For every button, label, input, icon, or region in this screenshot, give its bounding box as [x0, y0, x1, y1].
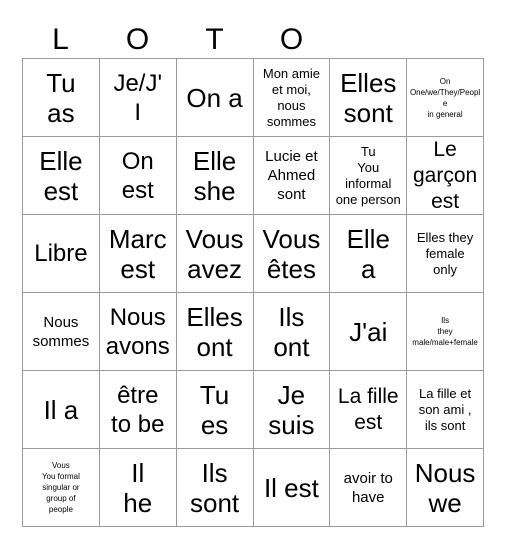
bingo-cell-text: Vous êtes	[262, 223, 321, 284]
bingo-card-page: L O T O Tu as Je/J' I On a Mon amie et moi,…	[0, 0, 506, 544]
bingo-cell-r6c6[interactable]: Nous we	[407, 449, 484, 527]
bingo-cell-r1c6[interactable]: On One/we/They/People in general	[407, 59, 484, 137]
bingo-cell-r3c4[interactable]: Vous êtes	[253, 215, 331, 293]
bingo-cell-text: Je/J' I	[113, 69, 163, 126]
bingo-cell-r4c5[interactable]: J'ai	[330, 293, 408, 371]
bingo-cell-r3c2[interactable]: Marc est	[99, 215, 177, 293]
bingo-cell-r1c5[interactable]: Elles sont	[330, 59, 408, 137]
bingo-cell-text: Tu as	[46, 67, 76, 128]
bingo-cell-r3c5[interactable]: Elle a	[330, 215, 408, 293]
bingo-cell-r2c6[interactable]: Le garçon est	[407, 137, 484, 215]
bingo-cell-text: Tu You informal one person	[335, 143, 401, 207]
bingo-cell-text: Elles they female only	[416, 229, 474, 277]
bingo-cell-text: Je suis	[268, 379, 315, 440]
bingo-header-letters: L O T O	[22, 22, 484, 58]
bingo-cell-r2c1[interactable]: Elle est	[23, 137, 100, 215]
bingo-cell-text: Tu es	[199, 379, 230, 440]
bingo-cell-text: Nous avons	[105, 303, 170, 360]
bingo-cell-r1c2[interactable]: Je/J' I	[99, 59, 177, 137]
bingo-cell-text: Il a	[43, 394, 79, 425]
bingo-cell-text: Elle a	[346, 223, 390, 284]
bingo-cell-text: On est	[121, 147, 154, 204]
bingo-cell-text: Nous we	[414, 457, 476, 518]
bingo-cell-r4c4[interactable]: Ils ont	[253, 293, 331, 371]
bingo-cell-text: Ils they male/male+female	[412, 316, 478, 347]
bingo-cell-r3c3[interactable]: Vous avez	[176, 215, 254, 293]
bingo-cell-r3c1[interactable]: Libre	[23, 215, 100, 293]
bingo-cell-text: Libre	[34, 240, 88, 267]
bingo-cell-r4c3[interactable]: Elles ont	[176, 293, 254, 371]
header-letter-2: O	[125, 23, 150, 56]
header-letter-3: T	[205, 23, 224, 56]
bingo-cell-r4c2[interactable]: Nous avons	[99, 293, 177, 371]
bingo-cell-r1c4[interactable]: Mon amie et moi, nous sommes	[253, 59, 331, 137]
bingo-cell-text: Marc est	[108, 223, 167, 284]
bingo-cell-r2c4[interactable]: Lucie et Ahmed sont	[253, 137, 331, 215]
bingo-cell-text: Elle est	[39, 145, 83, 206]
bingo-cell-text: Il he	[123, 457, 153, 518]
bingo-cell-text: J'ai	[349, 316, 388, 347]
bingo-cell-r3c6[interactable]: Elles they female only	[407, 215, 484, 293]
bingo-cell-text: On a	[186, 82, 243, 113]
bingo-cell-text: Vous avez	[185, 223, 244, 284]
bingo-cell-r2c2[interactable]: On est	[99, 137, 177, 215]
bingo-cell-text: On One/we/They/People in general	[409, 76, 481, 119]
header-letter-4: O	[279, 23, 304, 56]
bingo-cell-r4c6[interactable]: Ils they male/male+female	[407, 293, 484, 371]
bingo-cell-r6c3[interactable]: Ils sont	[176, 449, 254, 527]
bingo-cell-text: Ils ont	[273, 301, 310, 362]
bingo-cell-text: Le garçon est	[412, 137, 478, 213]
bingo-cell-r2c5[interactable]: Tu You informal one person	[330, 137, 408, 215]
bingo-cell-r6c5[interactable]: avoir to have	[330, 449, 408, 527]
bingo-cell-r5c5[interactable]: La fille est	[330, 371, 408, 449]
bingo-cell-text: être to be	[111, 381, 165, 438]
bingo-cell-r6c4[interactable]: Il est	[253, 449, 331, 527]
bingo-cell-r2c3[interactable]: Elle she	[176, 137, 254, 215]
bingo-cell-text: Vous You formal singular or group of peo…	[41, 461, 80, 514]
bingo-cell-r1c3[interactable]: On a	[176, 59, 254, 137]
bingo-cell-text: Lucie et Ahmed sont	[265, 148, 318, 203]
bingo-cell-text: avoir to have	[343, 469, 393, 506]
bingo-cell-r5c3[interactable]: Tu es	[176, 371, 254, 449]
bingo-cell-r4c1[interactable]: Nous sommes	[23, 293, 100, 371]
bingo-cell-r6c1[interactable]: Vous You formal singular or group of peo…	[23, 449, 100, 527]
bingo-cell-r5c4[interactable]: Je suis	[253, 371, 331, 449]
bingo-cell-text: La fille est	[337, 384, 399, 434]
bingo-cell-r6c2[interactable]: Il he	[99, 449, 177, 527]
bingo-cell-text: La fille et son ami , ils sont	[418, 385, 472, 433]
bingo-cell-r1c1[interactable]: Tu as	[23, 59, 100, 137]
bingo-cell-r5c1[interactable]: Il a	[23, 371, 100, 449]
bingo-cell-r5c6[interactable]: La fille et son ami , ils sont	[407, 371, 484, 449]
bingo-cell-text: Elles sont	[340, 67, 397, 128]
bingo-grid: Tu as Je/J' I On a Mon amie et moi, nous so…	[22, 58, 484, 527]
bingo-cell-r5c2[interactable]: être to be	[99, 371, 177, 449]
bingo-cell-text: Mon amie et moi, nous sommes	[262, 65, 320, 129]
bingo-cell-text: Elles ont	[186, 301, 243, 362]
bingo-cell-text: Nous sommes	[32, 313, 90, 350]
header-letter-1: L	[52, 23, 69, 56]
bingo-cell-text: Il est	[263, 472, 319, 503]
bingo-cell-text: Elle she	[192, 145, 237, 206]
bingo-cell-text: Ils sont	[190, 457, 240, 518]
